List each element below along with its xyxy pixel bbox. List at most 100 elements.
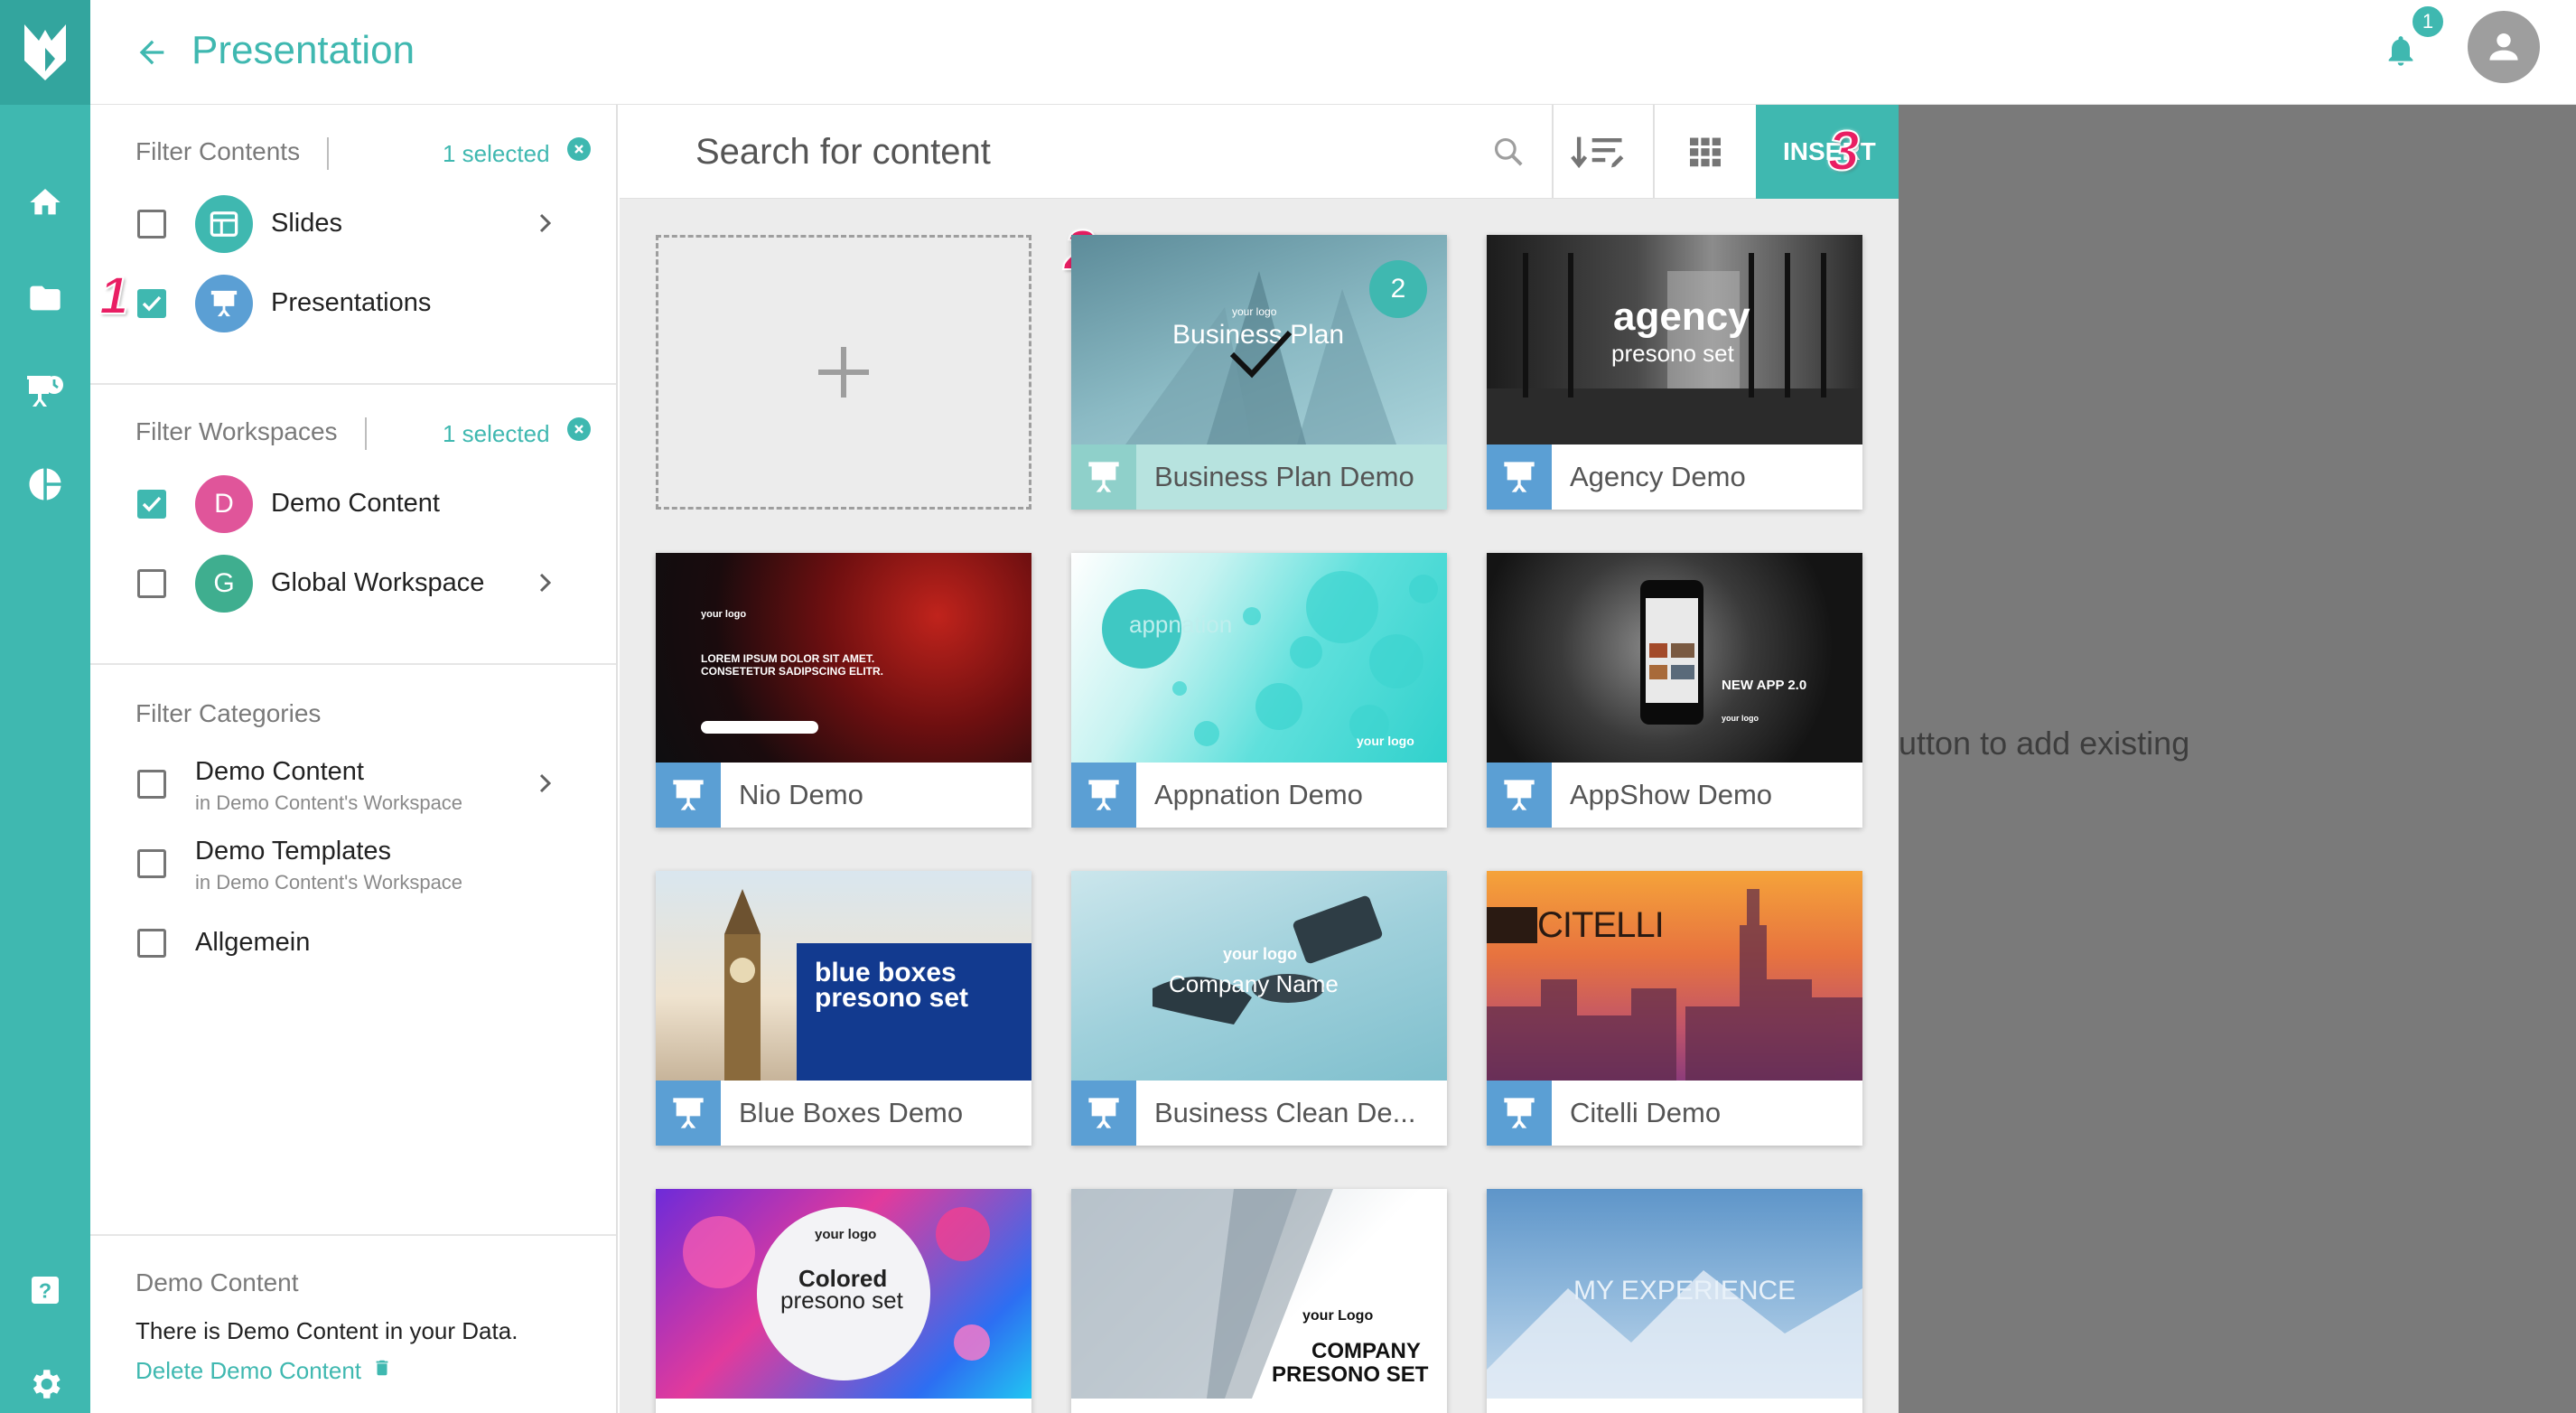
card-type-icon <box>1487 444 1552 510</box>
filter-item-slides[interactable]: Slides <box>271 209 342 239</box>
card-name: Blue Boxes Demo <box>739 1097 964 1128</box>
content-card-business-clean[interactable]: your logo Company Name Business Clean De… <box>1071 871 1447 1146</box>
category-allgemein[interactable]: Allgemein <box>195 928 310 958</box>
top-header: Presentation 1 <box>90 0 2576 105</box>
overlay-hint-text: utton to add existing <box>1899 725 2190 762</box>
user-avatar[interactable] <box>2468 11 2540 83</box>
card-footer: Nio Demo <box>656 763 1031 828</box>
divider <box>327 137 329 170</box>
grid-view-button[interactable] <box>1676 123 1734 181</box>
category-demo-templates[interactable]: Demo Templates <box>195 837 391 866</box>
content-card-blue-boxes[interactable]: blue boxes presono set Blue Boxes Demo <box>656 871 1031 1146</box>
presentation-nav[interactable] <box>0 356 90 428</box>
presentations-checkbox[interactable] <box>137 289 166 318</box>
home-nav[interactable] <box>0 166 90 239</box>
category-allgemein-checkbox[interactable] <box>137 929 166 958</box>
content-card-appshow[interactable]: NEW APP 2.0 your logo AppShow Demo <box>1487 553 1862 828</box>
pie-chart-icon <box>29 468 61 501</box>
card-name: Agency Demo <box>1570 461 1746 492</box>
content-card-agency[interactable]: agency presono set Agency Demo <box>1487 235 1862 510</box>
category-demo-content[interactable]: Demo Content <box>195 757 364 787</box>
thumb-logo: your Logo <box>1302 1308 1374 1324</box>
close-icon <box>574 425 583 434</box>
divider <box>365 417 367 450</box>
content-card-citelli[interactable]: CITELLI Citelli Demo <box>1487 871 1862 1146</box>
presentation-icon <box>673 1098 704 1128</box>
home-icon <box>30 189 61 215</box>
demo-content-checkbox[interactable] <box>137 490 166 519</box>
card-name: Citelli Demo <box>1570 1097 1722 1128</box>
page-title: Presentation <box>191 28 415 72</box>
insert-button[interactable]: INSERT <box>1756 105 1899 199</box>
nav-rail: ? <box>0 0 90 1413</box>
slides-checkbox[interactable] <box>137 210 166 239</box>
sort-button[interactable] <box>1570 123 1628 181</box>
demo-notice-title: Demo Content <box>135 1268 299 1296</box>
filter-item-demo-content[interactable]: Demo Content <box>271 489 440 519</box>
search-input[interactable] <box>695 126 1418 177</box>
card-name: Business Plan Demo <box>1154 461 1414 492</box>
card-footer: Appnation Demo <box>1071 763 1447 828</box>
filter-item-global-workspace[interactable]: Global Workspace <box>271 568 484 598</box>
thumb-logo: your logo <box>1722 714 1759 723</box>
thumb-button-graphic <box>701 721 818 734</box>
card-thumbnail: CITELLI <box>1487 871 1862 1081</box>
thumb-title: COMPANY <box>1311 1339 1421 1363</box>
filter-panel: Filter Contents 1 selected Slides 1 Pres… <box>90 105 618 1413</box>
thumb-title: LOREM IPSUM DOLOR SIT AMET. CONSETETUR S… <box>701 652 884 678</box>
presentation-icon <box>1088 1098 1119 1128</box>
trash-icon[interactable] <box>372 1355 392 1380</box>
filter-item-presentations[interactable]: Presentations <box>271 288 431 318</box>
grid-icon <box>1690 137 1721 167</box>
app-root: ? Presentation 1 Filter Contents 1 selec… <box>0 0 2576 1413</box>
section-divider <box>90 383 616 385</box>
clear-workspaces-button[interactable] <box>567 417 591 441</box>
presentation-icon <box>1504 780 1535 810</box>
workspace-avatar-demo: D <box>195 475 253 533</box>
presentation-icon <box>1504 1098 1535 1128</box>
toolbar-divider <box>1653 105 1655 199</box>
slides-type-icon <box>195 195 253 253</box>
card-footer: AppShow Demo <box>1487 763 1862 828</box>
presentations-type-icon <box>195 275 253 332</box>
clear-contents-button[interactable] <box>567 137 591 161</box>
category-demo-content-expand[interactable] <box>531 770 558 797</box>
delete-demo-content-link[interactable]: Delete Demo Content <box>135 1357 361 1385</box>
global-workspace-checkbox[interactable] <box>137 569 166 598</box>
content-card-nio[interactable]: your logo LOREM IPSUM DOLOR SIT AMET. CO… <box>656 553 1031 828</box>
global-workspace-expand[interactable] <box>531 569 558 596</box>
arrow-left-icon <box>139 40 164 65</box>
thumb-logo: your logo <box>701 609 747 620</box>
add-content-card[interactable] <box>656 235 1031 510</box>
demo-notice-text: There is Demo Content in your Data. <box>135 1317 518 1344</box>
skyline-graphic <box>1487 889 1862 1081</box>
presentation-icon <box>1504 462 1535 492</box>
card-footer: Business Clean De... <box>1071 1081 1447 1146</box>
category-demo-templates-checkbox[interactable] <box>137 849 166 878</box>
card-name: Appnation Demo <box>1154 779 1363 810</box>
slide-layout-icon <box>210 211 238 237</box>
check-icon <box>142 496 162 512</box>
content-card-appnation[interactable]: appnation your logo Appnation Demo <box>1071 553 1447 828</box>
slides-expand[interactable] <box>531 210 558 237</box>
content-card-business-plan[interactable]: your logo Business Plan 2 Business Plan … <box>1071 235 1447 510</box>
category-demo-content-checkbox[interactable] <box>137 770 166 799</box>
content-card-experience[interactable]: MY EXPERIENCE <box>1487 1189 1862 1413</box>
card-type-icon <box>656 763 721 828</box>
settings-nav[interactable] <box>0 1348 90 1413</box>
selection-order-badge: 2 <box>1369 260 1427 318</box>
thumb-title: Company Name <box>1169 970 1339 997</box>
help-nav[interactable]: ? <box>0 1254 90 1326</box>
back-button[interactable] <box>126 27 177 78</box>
annotation-marker: 1 <box>98 266 129 326</box>
content-card-colored[interactable]: your logo Colored presono set <box>656 1189 1031 1413</box>
card-footer: Agency Demo <box>1487 444 1862 510</box>
presentation-icon <box>210 290 238 317</box>
app-logo[interactable] <box>0 0 90 105</box>
folder-nav[interactable] <box>0 262 90 334</box>
category-demo-content-sub: in Demo Content's Workspace <box>195 791 463 814</box>
analytics-nav[interactable] <box>0 448 90 520</box>
search-button[interactable] <box>1487 130 1530 173</box>
thumb-subtitle: presono set <box>780 1287 903 1314</box>
content-card-company[interactable]: your Logo COMPANY PRESONO SET <box>1071 1189 1447 1413</box>
